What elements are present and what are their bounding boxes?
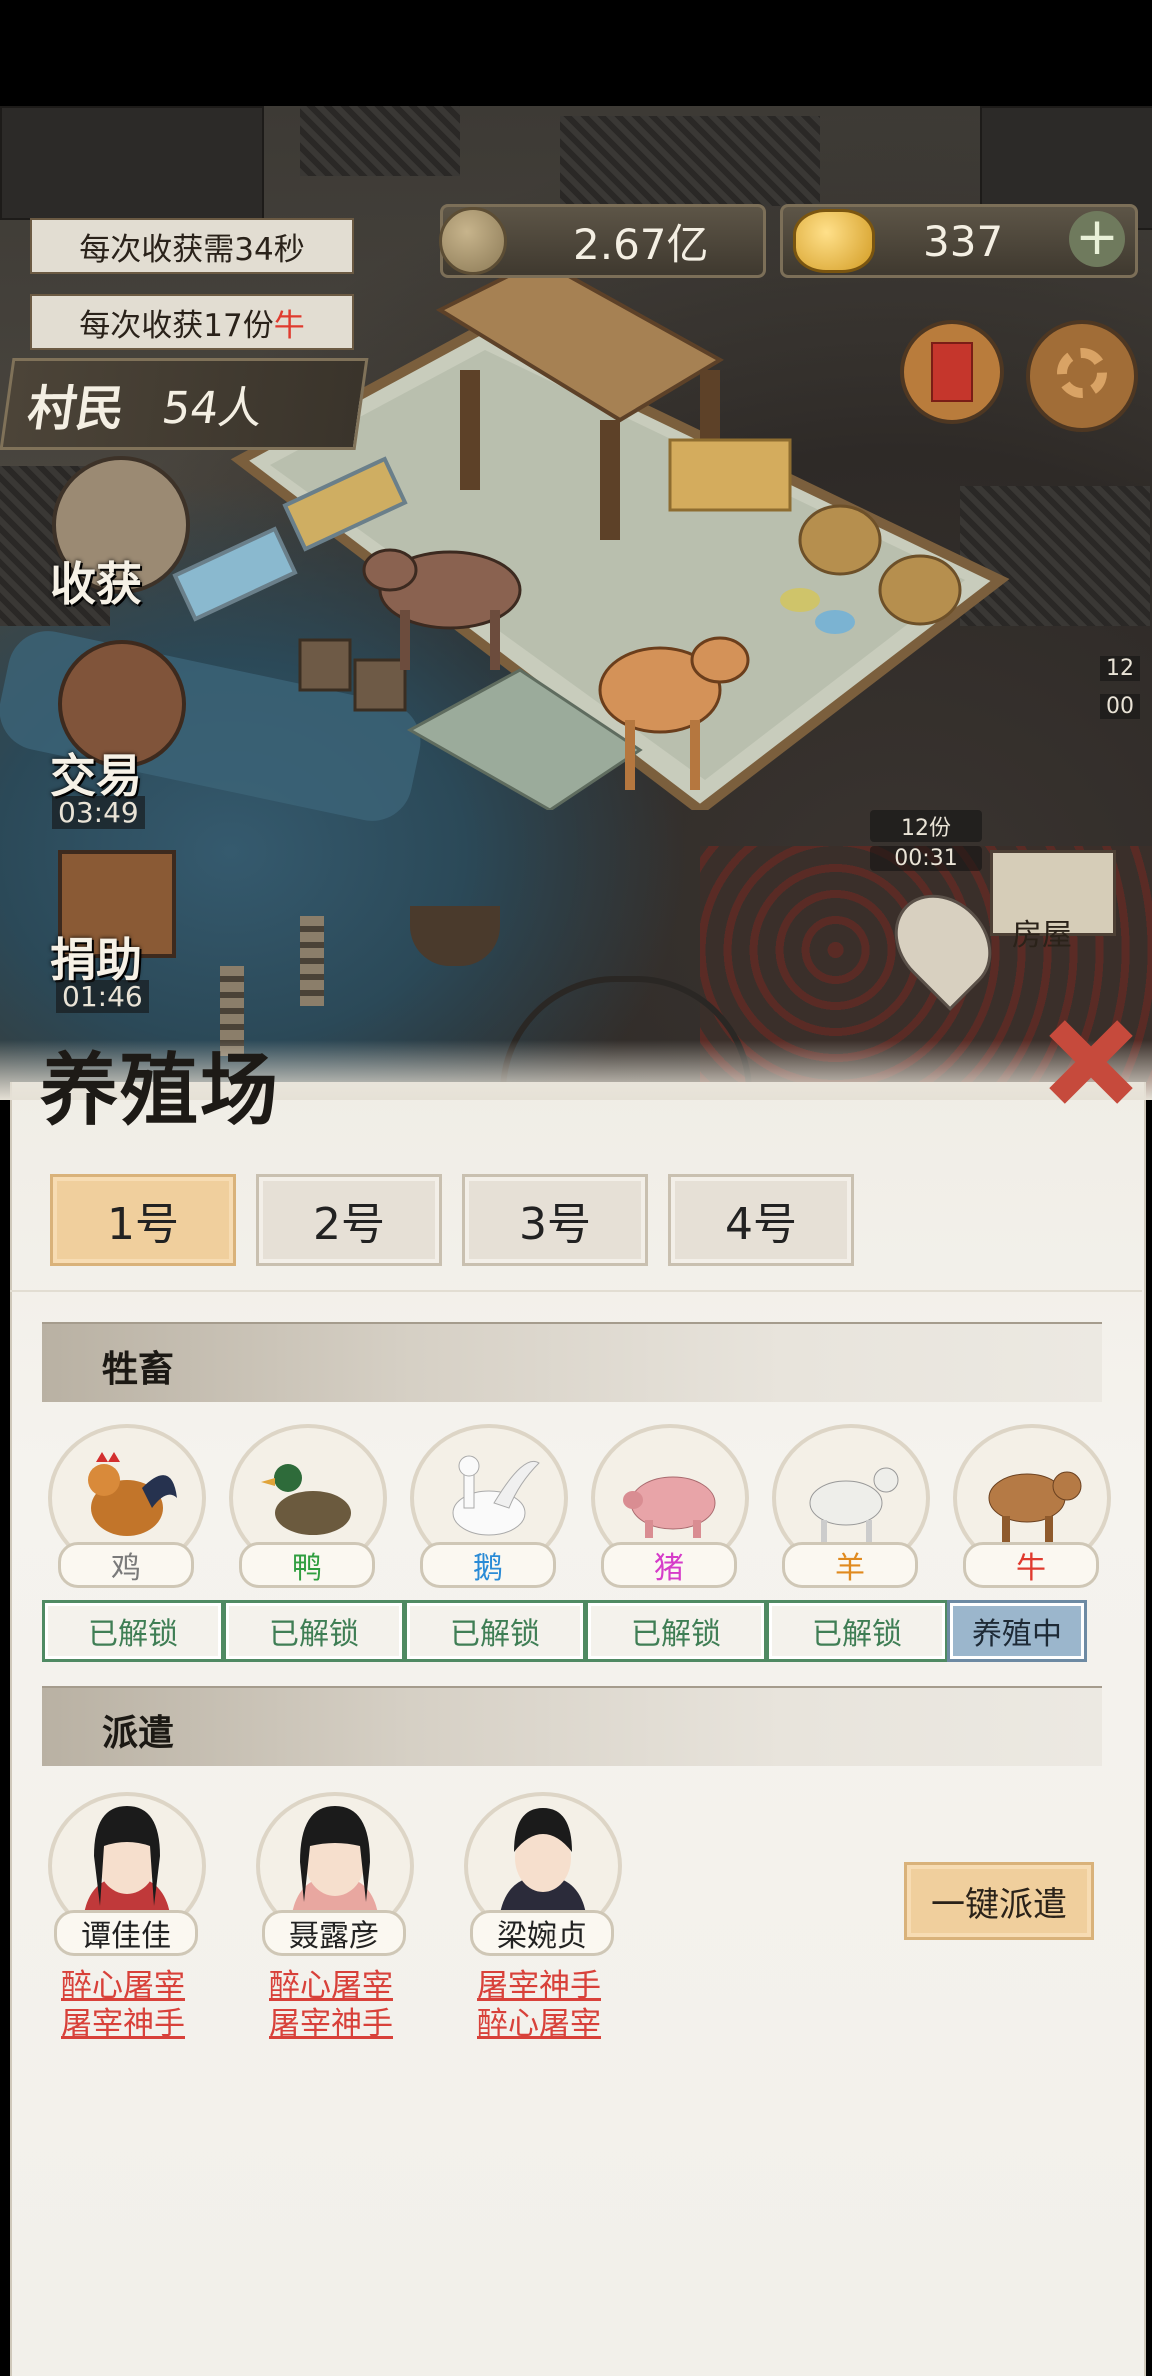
copper-coin-icon <box>439 207 507 275</box>
coin-amount: 2.67亿 <box>573 219 709 269</box>
building-roof <box>560 116 820 206</box>
harvest-button[interactable]: 收获 <box>50 548 142 614</box>
map-edge-label: 12 <box>1100 656 1140 681</box>
animal-slot-pig[interactable]: 猪 已解锁 <box>585 1424 767 1662</box>
pagoda <box>300 916 324 1006</box>
unlocked-status[interactable]: 已解锁 <box>223 1600 405 1662</box>
share-timer-label: 00:31 <box>870 846 982 871</box>
animal-name: 猪 <box>601 1542 737 1588</box>
animal-name: 鸡 <box>58 1542 194 1588</box>
harvest-amount-item: 牛 <box>273 307 305 344</box>
tab-farm-4[interactable]: 4号 <box>668 1174 854 1266</box>
tab-farm-3[interactable]: 3号 <box>462 1174 648 1266</box>
animal-name: 鹅 <box>420 1542 556 1588</box>
unlocked-status[interactable]: 已解锁 <box>404 1600 586 1662</box>
building-roof <box>300 106 460 176</box>
gold-ingot-icon <box>793 209 875 273</box>
map-edge-label: 00 <box>1100 694 1140 719</box>
dispatch-all-button[interactable]: 一键派遣 <box>904 1862 1094 1940</box>
boat <box>410 906 500 966</box>
worker-card[interactable]: 谭佳佳 醉心屠宰 屠宰神手 <box>48 1792 206 2042</box>
panel-title: 养殖场 <box>40 1045 281 1136</box>
ox-sprite <box>362 548 522 670</box>
unlocked-status[interactable]: 已解锁 <box>585 1600 767 1662</box>
livestock-section-title: 牲畜 <box>102 1348 175 1390</box>
worker-card[interactable]: 聂露彦 醉心屠宰 屠宰神手 <box>256 1792 414 2042</box>
harvest-amount-text: 每次收获17份 <box>79 307 274 344</box>
share-count-label: 12份 <box>870 810 982 842</box>
harvest-amount-label: 每次收获17份牛 <box>30 294 354 350</box>
animal-name: 羊 <box>782 1542 918 1588</box>
red-envelope-icon[interactable] <box>900 320 1004 424</box>
tab-farm-1[interactable]: 1号 <box>50 1174 236 1266</box>
animal-slot-goose[interactable]: 鹅 已解锁 <box>404 1424 586 1662</box>
settings-gear-icon[interactable] <box>1026 320 1138 432</box>
worker-card[interactable]: 梁婉贞 屠宰神手 醉心屠宰 <box>464 1792 622 2042</box>
worker-name: 梁婉贞 <box>470 1910 614 1956</box>
house-label: 房屋 <box>1012 918 1072 953</box>
unlocked-status[interactable]: 已解锁 <box>766 1600 948 1662</box>
villagers-banner[interactable]: 村民 54人 <box>0 358 369 450</box>
building-roof <box>0 106 264 220</box>
tab-farm-2[interactable]: 2号 <box>256 1174 442 1266</box>
dispatch-section-title: 派遣 <box>102 1712 175 1754</box>
worker-name: 谭佳佳 <box>54 1910 198 1956</box>
worker-name: 聂露彦 <box>262 1910 406 1956</box>
villagers-label: 村民 <box>24 381 129 437</box>
worker-skill[interactable]: 醉心屠宰 <box>464 1998 614 2043</box>
animal-slot-ox[interactable]: 牛 养殖中 <box>947 1424 1111 1662</box>
close-icon[interactable] <box>1049 1020 1133 1104</box>
worker-skill[interactable]: 屠宰神手 <box>48 1998 198 2043</box>
trade-timer: 03:49 <box>52 796 145 829</box>
livestock-section-header: 牲畜 <box>42 1322 1102 1402</box>
gold-amount: 337 <box>923 216 1004 266</box>
gold-counter[interactable]: 337 + <box>780 204 1138 278</box>
coin-counter[interactable]: 2.67亿 <box>439 204 766 278</box>
breeding-status[interactable]: 养殖中 <box>947 1600 1087 1662</box>
animal-slot-chicken[interactable]: 鸡 已解锁 <box>42 1424 224 1662</box>
animal-slot-duck[interactable]: 鸭 已解锁 <box>223 1424 405 1662</box>
divider <box>10 1290 1142 1292</box>
animal-name: 牛 <box>963 1542 1099 1588</box>
plus-icon[interactable]: + <box>1069 211 1125 267</box>
harvest-time-label: 每次收获需34秒 <box>30 218 354 274</box>
villagers-count: 54人 <box>158 383 266 434</box>
animal-name: 鸭 <box>239 1542 375 1588</box>
animal-slot-goat[interactable]: 羊 已解锁 <box>766 1424 948 1662</box>
worker-skill[interactable]: 屠宰神手 <box>256 1998 406 2043</box>
unlocked-status[interactable]: 已解锁 <box>42 1600 224 1662</box>
donate-timer: 01:46 <box>56 980 149 1013</box>
dispatch-section-header: 派遣 <box>42 1686 1102 1766</box>
